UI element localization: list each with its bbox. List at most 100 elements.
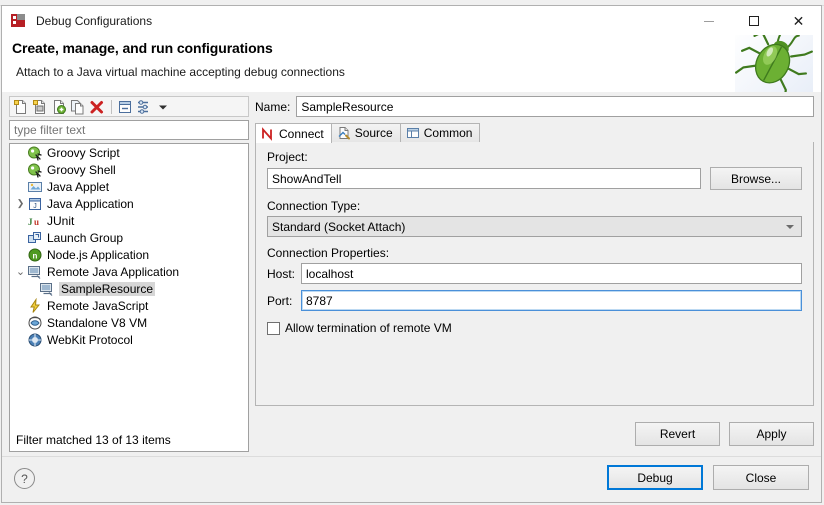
project-input[interactable]	[267, 168, 701, 189]
tree-item-standalone-v8-vm[interactable]: Standalone V8 VM	[10, 314, 248, 331]
apply-button[interactable]: Apply	[729, 422, 814, 446]
tab-connect[interactable]: Connect	[255, 123, 332, 143]
view-menu-chevron-icon[interactable]	[154, 98, 172, 116]
v8-vm-icon	[27, 315, 43, 331]
connection-type-value: Standard (Socket Attach)	[272, 219, 406, 234]
close-icon: ✕	[792, 12, 805, 29]
banner-subtext: Attach to a Java virtual machine accepti…	[16, 65, 345, 79]
configurations-toolbar	[9, 96, 249, 117]
tree-item-java-application[interactable]: ❯ J Java Application	[10, 195, 248, 212]
source-tab-icon	[337, 126, 351, 140]
tree-item-remote-java-application[interactable]: ⌄ Remote Java Application	[10, 263, 248, 280]
minimize-button[interactable]	[686, 6, 731, 35]
dialog-banner: Create, manage, and run configurations A…	[2, 35, 821, 93]
new-prototype-icon[interactable]	[31, 98, 49, 116]
project-group: Project: Browse...	[267, 150, 802, 190]
browse-project-button[interactable]: Browse...	[710, 167, 802, 190]
tree-item-sampleresource[interactable]: SampleResource	[10, 280, 248, 297]
tree-item-label: Java Applet	[47, 179, 110, 194]
connection-properties-label: Connection Properties:	[267, 246, 390, 260]
tree-item-label: SampleResource	[59, 281, 156, 296]
duplicate-configuration-icon[interactable]	[69, 98, 87, 116]
nodejs-icon: n	[27, 247, 43, 263]
port-row: Port:	[267, 290, 802, 311]
tree-item-node-js-application[interactable]: n Node.js Application	[10, 246, 248, 263]
export-configuration-icon[interactable]	[50, 98, 68, 116]
tree-item-label: Remote Java Application	[47, 264, 180, 279]
tree-item-launch-group[interactable]: Launch Group	[10, 229, 248, 246]
maximize-icon	[748, 15, 759, 26]
debug-button[interactable]: Debug	[607, 465, 703, 490]
connection-type-label: Connection Type:	[267, 199, 361, 213]
configuration-editor-pane: Name: Connect	[255, 96, 814, 452]
dialog-body: Groovy Script Groovy Shell Java Applet ❯ J Ja…	[2, 92, 821, 502]
delete-configuration-icon[interactable]	[88, 98, 106, 116]
tree-item-java-applet[interactable]: Java Applet	[10, 178, 248, 195]
close-window-button[interactable]: ✕	[776, 6, 821, 35]
configuration-tabs: Connect Source Common	[255, 123, 814, 143]
tree-item-groovy-shell[interactable]: Groovy Shell	[10, 161, 248, 178]
groovy-shell-icon	[27, 162, 43, 178]
tab-common[interactable]: Common	[399, 123, 481, 142]
tree-item-remote-javascript[interactable]: Remote JavaScript	[10, 297, 248, 314]
connect-tab-icon	[261, 126, 275, 141]
tree-item-label: Launch Group	[47, 230, 124, 245]
java-application-icon: J	[27, 196, 43, 212]
remote-java-icon	[27, 264, 43, 280]
allow-termination-row[interactable]: Allow termination of remote VM	[267, 321, 802, 335]
configurations-tree[interactable]: Groovy Script Groovy Shell Java Applet ❯ J Ja…	[9, 143, 249, 452]
dialog-titlebar: Debug Configurations ✕	[2, 6, 821, 35]
configurations-tree-rows: Groovy Script Groovy Shell Java Applet ❯ J Ja…	[10, 144, 248, 429]
footer-actions: Debug Close	[607, 465, 809, 490]
tab-source-label: Source	[354, 126, 393, 140]
common-tab-icon	[406, 126, 420, 140]
allow-termination-label: Allow termination of remote VM	[285, 321, 452, 335]
tree-item-groovy-script[interactable]: Groovy Script	[10, 144, 248, 161]
filter-launch-configurations-icon[interactable]	[135, 98, 153, 116]
tab-connect-label: Connect	[279, 126, 324, 141]
allow-termination-checkbox[interactable]	[267, 321, 280, 335]
maximize-button[interactable]	[731, 6, 776, 35]
svg-text:n: n	[33, 251, 38, 260]
host-row: Host:	[267, 263, 802, 284]
tab-source[interactable]: Source	[330, 123, 401, 142]
connection-type-group: Connection Type: Standard (Socket Attach…	[267, 199, 802, 237]
tree-item-label: Java Application	[47, 196, 134, 211]
svg-text:J: J	[33, 203, 37, 210]
help-button[interactable]: ?	[14, 468, 35, 489]
chevron-down-icon	[786, 224, 794, 229]
connection-type-select[interactable]: Standard (Socket Attach)	[267, 216, 802, 237]
svg-text:u: u	[34, 217, 39, 227]
dialog-title: Debug Configurations	[36, 13, 153, 28]
configurations-pane: Groovy Script Groovy Shell Java Applet ❯ J Ja…	[9, 96, 249, 452]
window-controls: ✕	[686, 6, 821, 35]
tree-item-label: Node.js Application	[47, 247, 150, 262]
name-label: Name:	[255, 99, 291, 114]
project-row: Browse...	[267, 167, 802, 190]
connection-properties-group: Connection Properties: Host: Port:	[267, 246, 802, 311]
toolbar-separator	[111, 99, 112, 114]
close-button[interactable]: Close	[713, 465, 809, 490]
tree-item-label: Groovy Shell	[47, 162, 116, 177]
port-input[interactable]	[301, 290, 802, 311]
remote-java-icon	[39, 281, 55, 297]
tree-expander-toggle[interactable]: ⌄	[14, 266, 27, 277]
project-label: Project:	[267, 150, 308, 164]
junit-icon: Ju	[27, 213, 43, 229]
tree-item-junit[interactable]: Ju JUnit	[10, 212, 248, 229]
launch-group-icon	[27, 230, 43, 246]
tree-item-label: Groovy Script	[47, 145, 120, 160]
name-input[interactable]	[296, 96, 814, 117]
tree-item-label: Remote JavaScript	[47, 298, 149, 313]
tree-item-label: JUnit	[47, 213, 75, 228]
debug-configurations-dialog: Debug Configurations ✕ Create, manage, a…	[1, 5, 822, 503]
port-label: Port:	[267, 293, 293, 308]
collapse-all-icon[interactable]	[116, 98, 134, 116]
webkit-icon	[27, 332, 43, 348]
tree-item-webkit-protocol[interactable]: WebKit Protocol	[10, 331, 248, 348]
host-input[interactable]	[301, 263, 802, 284]
filter-input[interactable]	[9, 120, 249, 140]
revert-button[interactable]: Revert	[635, 422, 720, 446]
new-configuration-icon[interactable]	[12, 98, 30, 116]
tree-expander-toggle[interactable]: ❯	[14, 198, 27, 209]
